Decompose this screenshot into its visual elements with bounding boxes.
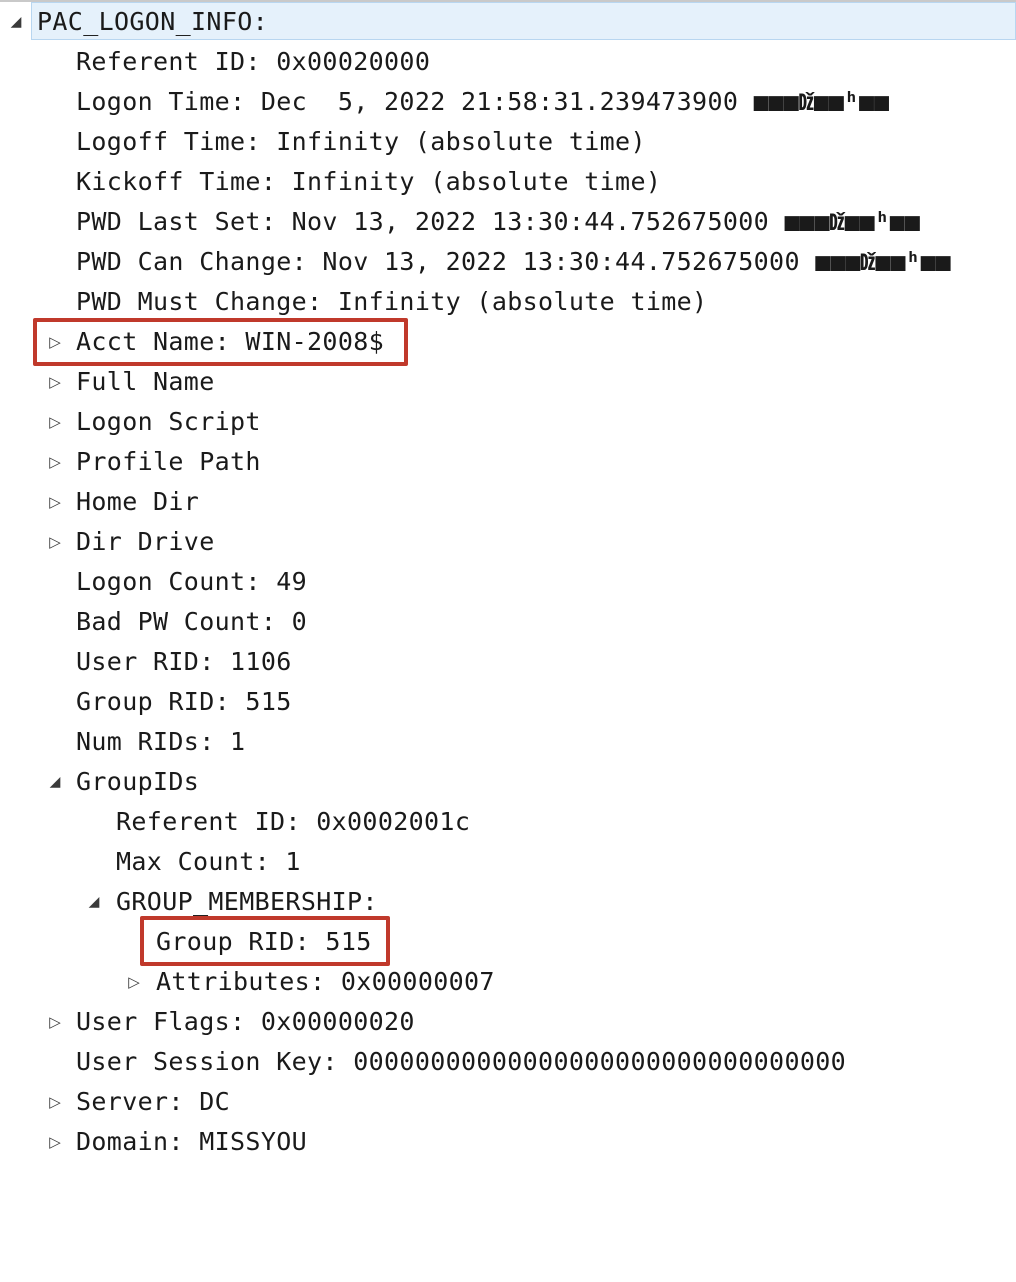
field-text: Group RID: 515 (76, 687, 292, 716)
tree-node-home-dir[interactable]: ▷ Home Dir (0, 482, 1016, 522)
packet-details-tree: ◢ PAC_LOGON_INFO: Referent ID: 0x0002000… (0, 2, 1016, 1162)
field-text: Logon Count: 49 (76, 567, 308, 596)
field-text: GroupIDs (76, 767, 200, 796)
field-text: Group RID: 515 (156, 927, 372, 956)
tree-node-attributes[interactable]: ▷ Attributes: 0x00000007 (0, 962, 1016, 1002)
field-text: Full Name (76, 367, 215, 396)
field-text: User RID: 1106 (76, 647, 292, 676)
garbled-suffix: ■■■ǅ■■ʰ■■ (753, 87, 890, 116)
field-text: Logon Script (76, 407, 261, 436)
tree-node-label: PAC_LOGON_INFO: (37, 7, 269, 36)
collapsed-triangle-icon[interactable]: ▷ (45, 402, 65, 442)
field-text: Home Dir (76, 487, 200, 516)
field-text: Max Count: 1 (116, 847, 301, 876)
tree-leaf-logoff-time[interactable]: Logoff Time: Infinity (absolute time) (0, 122, 1016, 162)
field-text: Num RIDs: 1 (76, 727, 246, 756)
tree-node-domain[interactable]: ▷ Domain: MISSYOU (0, 1122, 1016, 1162)
field-text: Referent ID: 0x00020000 (76, 47, 431, 76)
tree-node-full-name[interactable]: ▷ Full Name (0, 362, 1016, 402)
field-text: User Flags: 0x00000020 (76, 1007, 415, 1036)
expanded-triangle-icon[interactable]: ◢ (45, 762, 65, 802)
tree-leaf-pwd-can-change[interactable]: PWD Can Change: Nov 13, 2022 13:30:44.75… (0, 242, 1016, 282)
collapsed-triangle-icon[interactable]: ▷ (45, 1122, 65, 1162)
tree-leaf-kickoff-time[interactable]: Kickoff Time: Infinity (absolute time) (0, 162, 1016, 202)
tree-node-user-flags[interactable]: ▷ User Flags: 0x00000020 (0, 1002, 1016, 1042)
pwd-last-set-value: PWD Last Set: Nov 13, 2022 13:30:44.7526… (76, 207, 770, 236)
expanded-triangle-icon[interactable]: ◢ (84, 882, 104, 922)
garbled-suffix: ■■■ǅ■■ʰ■■ (784, 207, 920, 236)
tree-leaf-pwd-last-set[interactable]: PWD Last Set: Nov 13, 2022 13:30:44.7526… (0, 202, 1016, 242)
tree-leaf-logon-time[interactable]: Logon Time: Dec 5, 2022 21:58:31.2394739… (0, 82, 1016, 122)
tree-leaf-groupids-referent-id[interactable]: Referent ID: 0x0002001c (0, 802, 1016, 842)
tree-node-acct-name[interactable]: ▷ Acct Name: WIN-2008$ (0, 322, 1016, 362)
field-text: Kickoff Time: Infinity (absolute time) (76, 167, 662, 196)
field-text: PWD Can Change: Nov 13, 2022 13:30:44.75… (76, 242, 951, 282)
tree-leaf-user-rid[interactable]: User RID: 1106 (0, 642, 1016, 682)
collapsed-triangle-icon[interactable]: ▷ (45, 482, 65, 522)
tree-leaf-referent-id[interactable]: Referent ID: 0x00020000 (0, 42, 1016, 82)
field-text: Acct Name: WIN-2008$ (76, 327, 385, 356)
collapsed-triangle-icon[interactable]: ▷ (45, 442, 65, 482)
tree-leaf-user-session-key[interactable]: User Session Key: 0000000000000000000000… (0, 1042, 1016, 1082)
field-text: Attributes: 0x00000007 (156, 967, 495, 996)
collapsed-triangle-icon[interactable]: ▷ (45, 1082, 65, 1122)
tree-node-group-membership[interactable]: ◢ GROUP_MEMBERSHIP: (0, 882, 1016, 922)
tree-node-server[interactable]: ▷ Server: DC (0, 1082, 1016, 1122)
field-text: Logon Time: Dec 5, 2022 21:58:31.2394739… (76, 82, 889, 122)
field-text: GROUP_MEMBERSHIP: (116, 887, 378, 916)
tree-leaf-group-rid[interactable]: Group RID: 515 (0, 682, 1016, 722)
collapsed-triangle-icon[interactable]: ▷ (45, 522, 65, 562)
field-text: Logoff Time: Infinity (absolute time) (76, 127, 646, 156)
field-text: PWD Must Change: Infinity (absolute time… (76, 287, 708, 316)
tree-node-group-ids[interactable]: ◢ GroupIDs (0, 762, 1016, 802)
tree-leaf-logon-count[interactable]: Logon Count: 49 (0, 562, 1016, 602)
field-text: Referent ID: 0x0002001c (116, 807, 471, 836)
field-text: Domain: MISSYOU (76, 1127, 308, 1156)
field-text: User Session Key: 0000000000000000000000… (76, 1047, 847, 1076)
pwd-can-change-value: PWD Can Change: Nov 13, 2022 13:30:44.75… (76, 247, 800, 276)
field-text: Bad PW Count: 0 (76, 607, 308, 636)
field-text: Server: DC (76, 1087, 231, 1116)
tree-leaf-membership-group-rid[interactable]: Group RID: 515 (0, 922, 1016, 962)
tree-leaf-num-rids[interactable]: Num RIDs: 1 (0, 722, 1016, 762)
tree-node-pac-logon-info[interactable]: ◢ PAC_LOGON_INFO: (0, 2, 1016, 42)
collapsed-triangle-icon[interactable]: ▷ (45, 362, 65, 402)
tree-node-dir-drive[interactable]: ▷ Dir Drive (0, 522, 1016, 562)
tree-node-profile-path[interactable]: ▷ Profile Path (0, 442, 1016, 482)
logon-time-value: Logon Time: Dec 5, 2022 21:58:31.2394739… (76, 87, 739, 116)
field-text: PWD Last Set: Nov 13, 2022 13:30:44.7526… (76, 202, 920, 242)
field-text: Dir Drive (76, 527, 215, 556)
garbled-suffix: ■■■ǅ■■ʰ■■ (815, 247, 951, 276)
collapsed-triangle-icon[interactable]: ▷ (45, 322, 65, 362)
tree-node-logon-script[interactable]: ▷ Logon Script (0, 402, 1016, 442)
collapsed-triangle-icon[interactable]: ▷ (45, 1002, 65, 1042)
field-text: Profile Path (76, 447, 261, 476)
tree-leaf-bad-pw-count[interactable]: Bad PW Count: 0 (0, 602, 1016, 642)
collapsed-triangle-icon[interactable]: ▷ (124, 962, 144, 1002)
expanded-triangle-icon[interactable]: ◢ (6, 2, 26, 42)
tree-leaf-max-count[interactable]: Max Count: 1 (0, 842, 1016, 882)
tree-leaf-pwd-must-change[interactable]: PWD Must Change: Infinity (absolute time… (0, 282, 1016, 322)
